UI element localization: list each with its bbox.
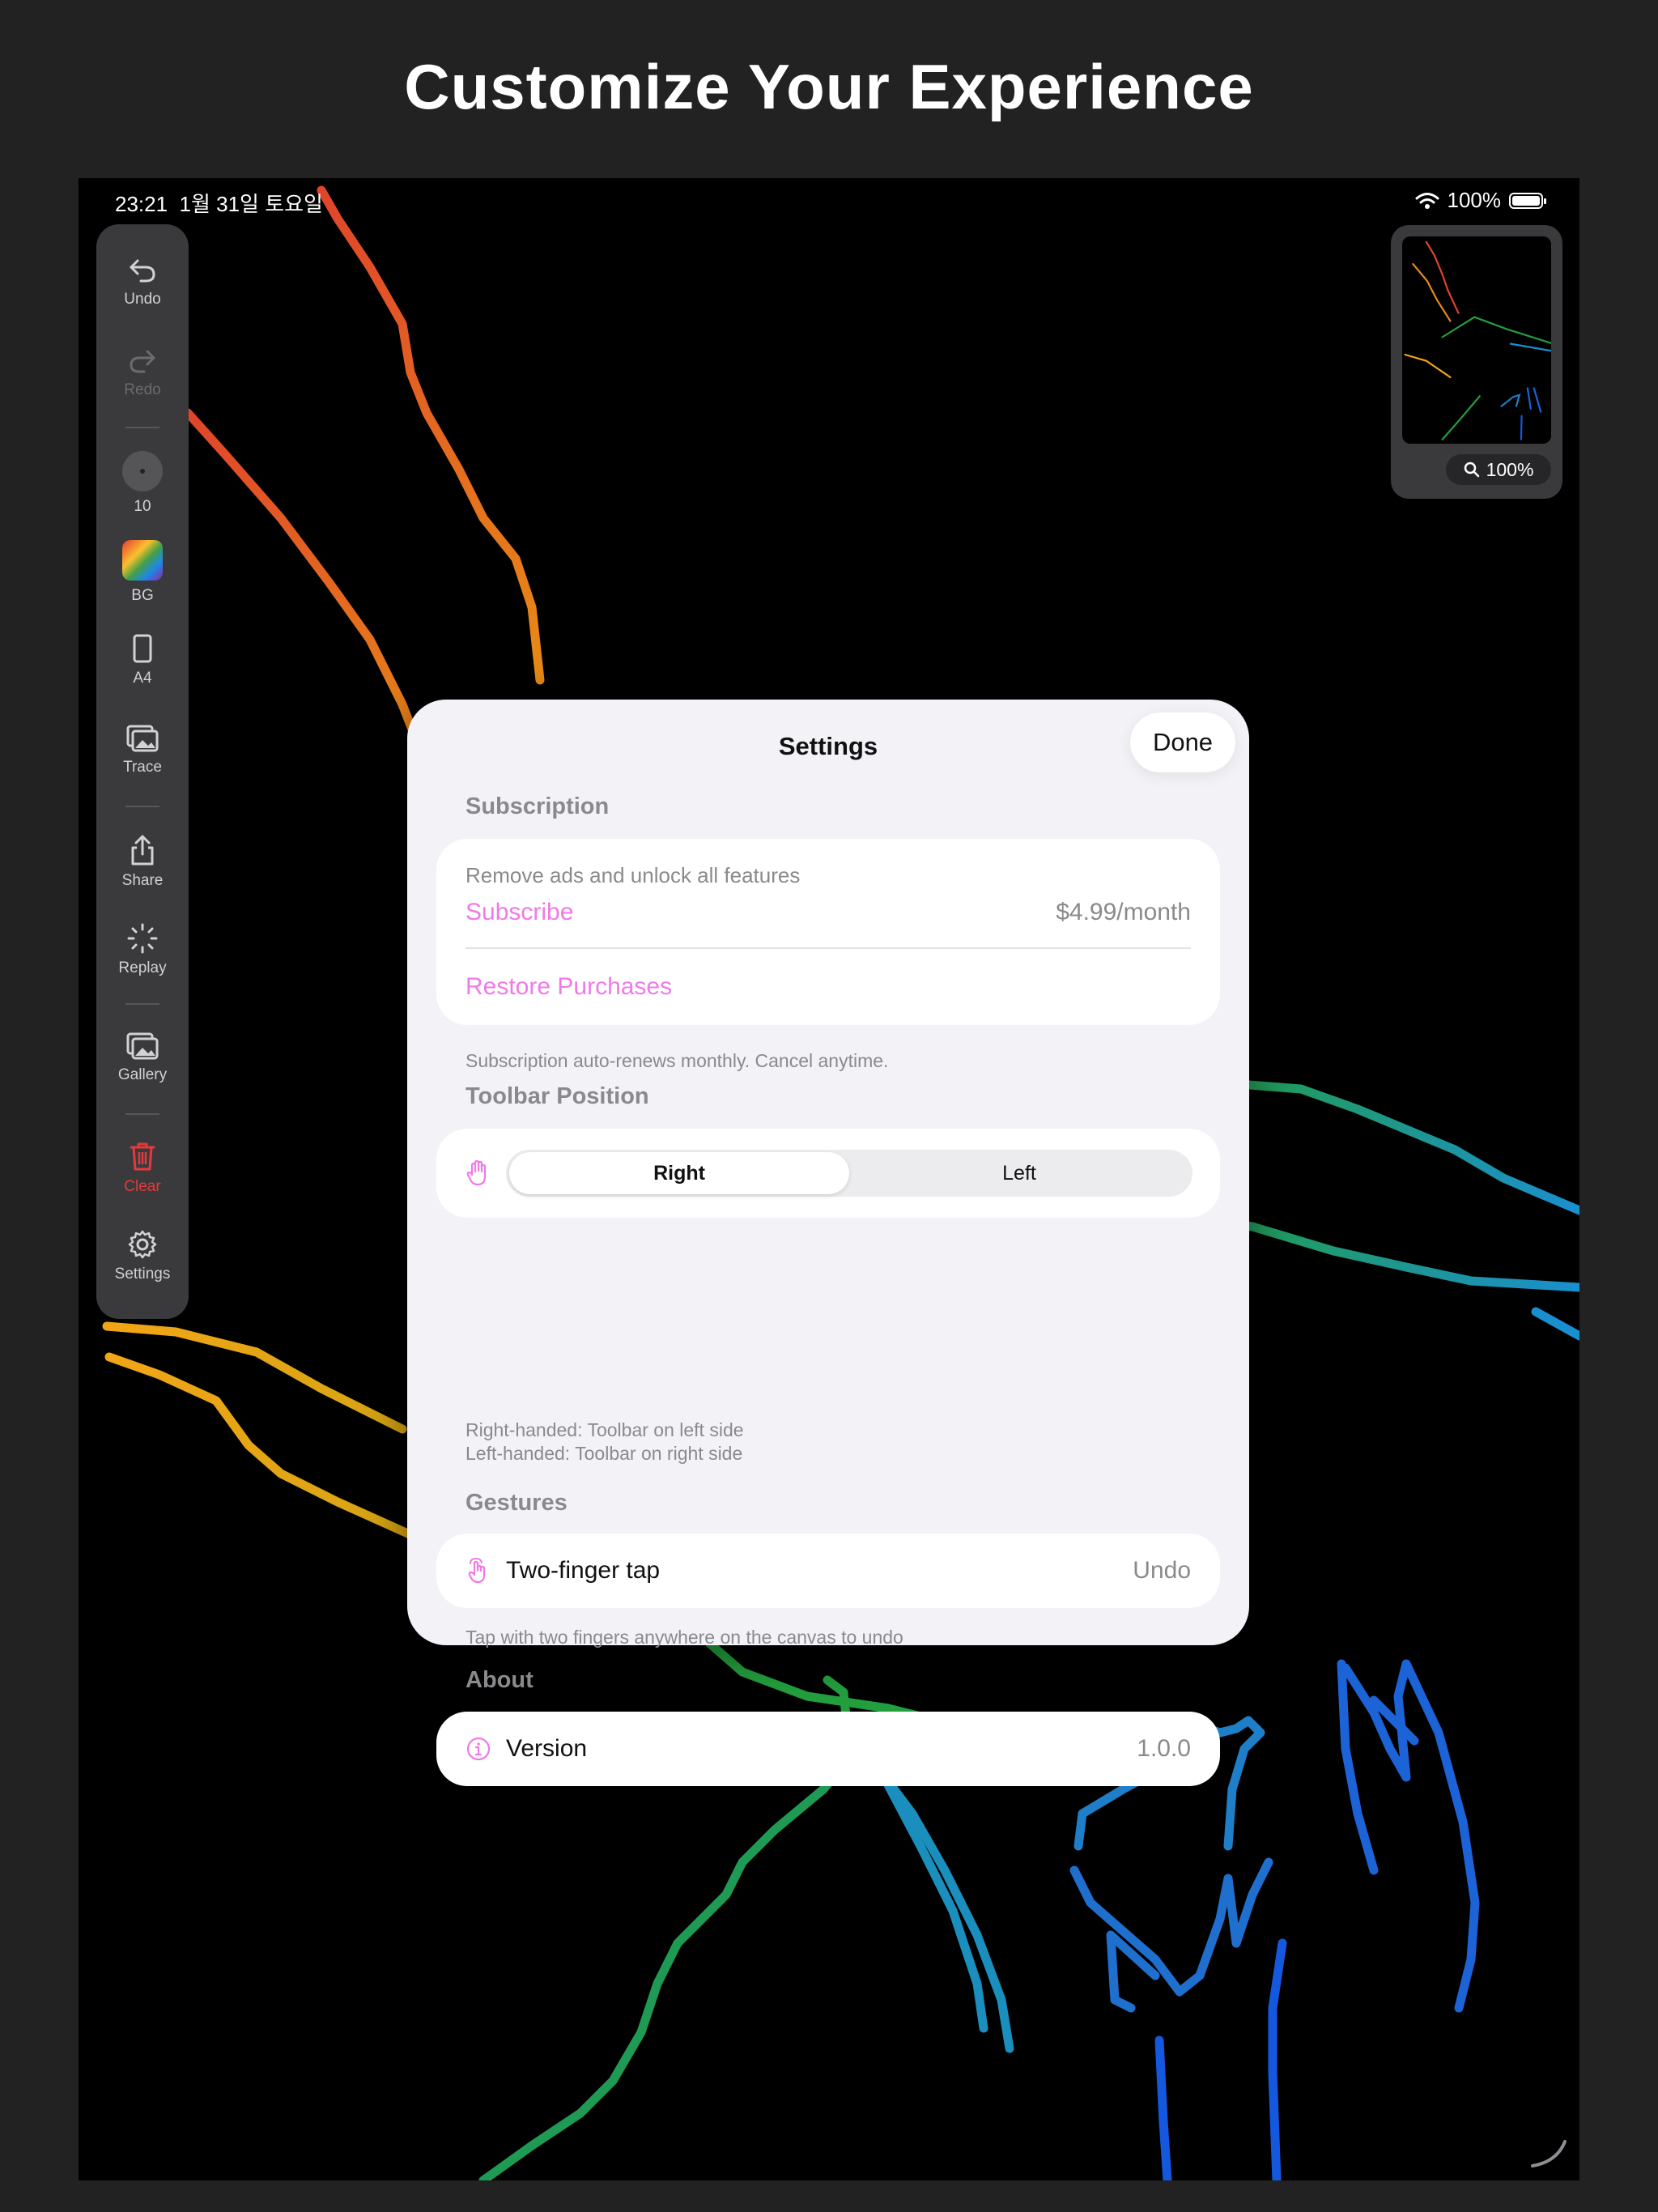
page-icon: [133, 634, 152, 663]
hand-icon: [466, 1159, 487, 1186]
settings-label: Settings: [114, 1266, 171, 1283]
toolbar-position-segmented-control: Right Left: [506, 1150, 1192, 1197]
subscription-card: Remove ads and unlock all features Subsc…: [436, 839, 1220, 1025]
replay-icon: [127, 923, 158, 954]
toolbar-divider: [125, 1113, 159, 1115]
right-handed-note: Right-handed: Toolbar on left side: [466, 1419, 744, 1440]
about-header: About: [466, 1667, 534, 1693]
tap-gesture-icon: [468, 1557, 486, 1584]
trace-label: Trace: [123, 759, 162, 776]
battery-icon: [1509, 192, 1546, 209]
redo-icon: [130, 350, 155, 373]
segment-left[interactable]: Left: [849, 1152, 1189, 1194]
left-handed-note: Left-handed: Toolbar on right side: [466, 1443, 743, 1464]
zoom-indicator[interactable]: 100%: [1446, 454, 1551, 485]
tool-sidebar: Undo Redo 10 BG A4 Trace Share Replay Ga…: [96, 224, 189, 1319]
undo-button[interactable]: Undo: [96, 253, 189, 308]
gear-icon: [128, 1230, 157, 1259]
undo-icon: [130, 259, 155, 283]
share-icon: [131, 835, 154, 866]
background-label: BG: [131, 587, 154, 604]
clear-label: Clear: [124, 1178, 161, 1195]
two-finger-tap-value: Undo: [1133, 1557, 1191, 1584]
color-swatch-icon: [122, 540, 163, 581]
zoom-level: 100%: [1486, 458, 1534, 480]
canvas-navigator[interactable]: 100%: [1391, 225, 1562, 499]
gestures-footnote: Tap with two fingers anywhere on the can…: [466, 1627, 903, 1648]
share-label: Share: [121, 872, 164, 889]
status-time: 23:21 1월 31일 토요일: [115, 188, 323, 218]
subscription-price: $4.99/month: [1056, 899, 1191, 925]
subscription-description: Remove ads and unlock all features: [466, 863, 801, 887]
status-clock: 23:21: [115, 192, 168, 216]
gestures-header: Gestures: [466, 1490, 568, 1516]
version-value: 1.0.0: [1137, 1735, 1191, 1762]
toolbar-divider: [125, 806, 159, 807]
two-finger-tap-row[interactable]: Two-finger tap Undo: [436, 1534, 1220, 1608]
trace-button[interactable]: Trace: [96, 721, 189, 776]
gallery-button[interactable]: Gallery: [96, 1029, 189, 1084]
clear-button[interactable]: Clear: [96, 1139, 189, 1196]
wifi-icon: [1415, 192, 1439, 209]
card-divider: [466, 947, 1191, 949]
battery-percent: 100%: [1447, 188, 1502, 212]
promo-headline: Customize Your Experience: [404, 51, 1254, 122]
subscription-footnote: Subscription auto-renews monthly. Cancel…: [466, 1050, 889, 1071]
restore-purchases-button[interactable]: Restore Purchases: [466, 973, 672, 1001]
toolbar-position-header: Toolbar Position: [466, 1083, 649, 1109]
paper-size-label: A4: [133, 670, 152, 687]
settings-title: Settings: [778, 732, 878, 760]
toolbar-position-card: Right Left: [436, 1129, 1220, 1218]
info-icon: [466, 1737, 491, 1761]
replay-button[interactable]: Replay: [96, 922, 189, 977]
background-color-button[interactable]: BG: [96, 540, 189, 605]
two-finger-tap-label: Two-finger tap: [506, 1557, 661, 1584]
settings-button[interactable]: Settings: [96, 1228, 189, 1283]
brush-size-label: 10: [134, 498, 151, 515]
magnifier-icon: [1464, 462, 1479, 478]
undo-label: Undo: [124, 291, 161, 308]
photos-icon: [126, 725, 159, 752]
toolbar-divider: [125, 427, 159, 428]
done-button[interactable]: Done: [1130, 713, 1235, 772]
subscribe-button[interactable]: Subscribe: [466, 899, 573, 926]
brush-size-icon: [122, 451, 163, 491]
thumbnail-drawing: [1404, 240, 1551, 440]
redo-label: Redo: [124, 381, 161, 398]
gallery-icon: [126, 1032, 159, 1060]
canvas-thumbnail[interactable]: [1402, 236, 1551, 444]
status-indicators: 100%: [1415, 188, 1546, 213]
segment-right[interactable]: Right: [509, 1152, 849, 1194]
version-label: Version: [506, 1735, 588, 1762]
toolbar-divider: [125, 1003, 159, 1005]
brush-size-button[interactable]: 10: [96, 451, 189, 516]
status-bar: 23:21 1월 31일 토요일 100%: [79, 178, 1579, 225]
redo-button[interactable]: Redo: [96, 344, 189, 399]
ipad-screen: 23:21 1월 31일 토요일 100% Undo Redo 10 BG A4…: [79, 178, 1579, 2180]
subscription-header: Subscription: [466, 793, 610, 819]
trash-icon: [130, 1142, 155, 1171]
paper-size-button[interactable]: A4: [96, 632, 189, 687]
share-button[interactable]: Share: [96, 833, 189, 890]
status-date: 1월 31일 토요일: [179, 192, 323, 216]
gallery-label: Gallery: [117, 1066, 168, 1083]
settings-sheet: Settings Done Subscription Remove ads an…: [407, 700, 1249, 1786]
version-row: Version 1.0.0: [436, 1712, 1220, 1786]
resize-handle-icon[interactable]: [1524, 2125, 1573, 2174]
replay-label: Replay: [118, 959, 167, 976]
